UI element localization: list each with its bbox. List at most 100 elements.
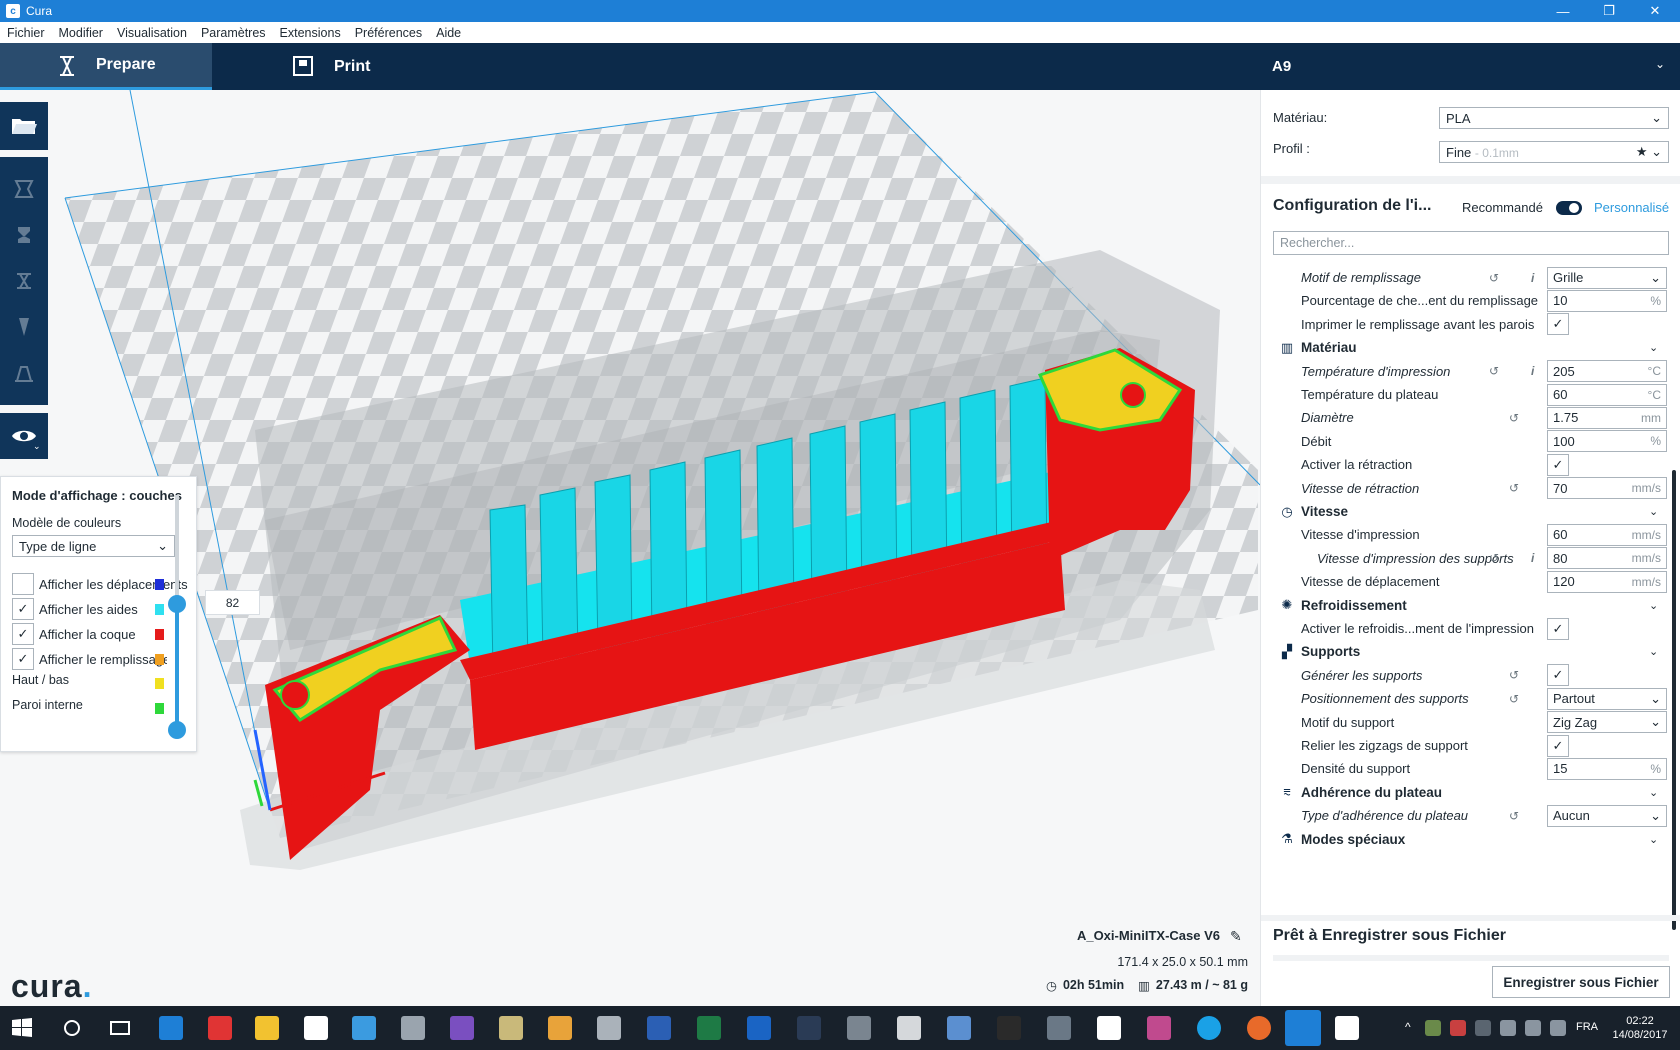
setting-input[interactable]: 60 mm/s [1547, 523, 1667, 546]
minimize-icon[interactable]: — [1540, 0, 1586, 22]
layer-slider-upper-handle[interactable] [168, 595, 186, 613]
pencil-icon[interactable]: ✎ [1230, 928, 1242, 945]
mode-toggle[interactable] [1556, 201, 1582, 215]
app-icon[interactable] [847, 1016, 871, 1040]
setting-input[interactable]: 1.75 mm [1547, 406, 1667, 429]
category-adherence-du-plateau[interactable]: ⩳ Adhérence du plateau ⌄ [1273, 780, 1673, 805]
language-indicator[interactable]: FRA [1576, 1021, 1598, 1033]
view-mode-button[interactable]: ⌄ [0, 413, 48, 459]
tab-prepare[interactable]: Prepare [0, 43, 212, 90]
outlook-icon[interactable] [747, 1016, 771, 1040]
equalizer-icon[interactable] [1147, 1016, 1171, 1040]
tray-icon[interactable] [1475, 1020, 1491, 1036]
scale-tool-icon[interactable] [12, 223, 36, 247]
windows-start-icon[interactable] [10, 1016, 34, 1040]
chevron-down-icon[interactable]: ⌄ [1655, 57, 1665, 71]
steam-icon[interactable] [797, 1016, 821, 1040]
per-model-settings-icon[interactable] [12, 361, 36, 385]
setting-select[interactable]: Zig Zag ⌄ [1547, 711, 1667, 734]
category-refroidissement[interactable]: ✺ Refroidissement ⌄ [1273, 593, 1673, 618]
word-icon[interactable] [647, 1016, 671, 1040]
remote-desktop-icon[interactable] [947, 1016, 971, 1040]
setting-checkbox[interactable]: ✓ [1547, 734, 1569, 757]
image-app-icon[interactable] [1047, 1016, 1071, 1040]
menu-aide[interactable]: Aide [429, 26, 468, 40]
info-icon[interactable]: i [1531, 364, 1534, 378]
setting-input[interactable]: 60 °C [1547, 383, 1667, 406]
reset-icon[interactable]: ↺ [1489, 271, 1499, 285]
reset-icon[interactable]: ↺ [1509, 411, 1519, 425]
volume-icon[interactable] [1525, 1020, 1541, 1036]
tray-icon[interactable] [1425, 1020, 1441, 1036]
reset-icon[interactable]: ↺ [1489, 551, 1499, 565]
setting-checkbox[interactable]: ✓ [1547, 617, 1569, 640]
category-supports[interactable]: ▞ Supports ⌄ [1273, 639, 1673, 664]
setting-input[interactable]: 15% [1547, 757, 1667, 780]
show-infill-checkbox[interactable]: ✓ [12, 648, 34, 670]
info-icon[interactable]: i [1531, 271, 1534, 285]
setting-select[interactable]: Partout ⌄ [1547, 687, 1667, 710]
calculator-icon[interactable] [897, 1016, 921, 1040]
color-model-select[interactable]: Type de ligne ⌄ [12, 535, 175, 557]
show-shell-checkbox[interactable]: ✓ [12, 623, 34, 645]
save-to-file-button[interactable]: Enregistrer sous Fichier [1492, 966, 1670, 998]
menu-fichier[interactable]: Fichier [0, 26, 52, 40]
settings-scrollbar[interactable] [1672, 470, 1676, 930]
excel-icon[interactable] [697, 1016, 721, 1040]
unity-icon[interactable] [1097, 1016, 1121, 1040]
show-helpers-option[interactable]: ✓ Afficher les aides [12, 598, 192, 620]
settings-search-input[interactable]: Rechercher... [1273, 231, 1669, 255]
reset-icon[interactable]: ↺ [1509, 809, 1519, 823]
open-file-button[interactable] [0, 102, 48, 150]
terminal-icon[interactable] [997, 1016, 1021, 1040]
category-materiau[interactable]: ▥ Matériau ⌄ [1273, 335, 1673, 360]
setting-checkbox[interactable]: ✓ [1547, 453, 1569, 476]
printer-selector[interactable]: A9 [1272, 43, 1291, 90]
menu-visualisation[interactable]: Visualisation [110, 26, 194, 40]
reset-icon[interactable]: ↺ [1489, 364, 1499, 378]
reset-icon[interactable]: ↺ [1509, 668, 1519, 682]
rotate-tool-icon[interactable] [12, 269, 36, 293]
mirror-tool-icon[interactable] [12, 315, 36, 339]
vivaldi-icon[interactable] [208, 1016, 232, 1040]
reset-icon[interactable]: ↺ [1509, 692, 1519, 706]
show-infill-option[interactable]: ✓ Afficher le remplissage [12, 648, 192, 670]
mode-recommended[interactable]: Recommandé [1462, 200, 1543, 215]
file-explorer-icon[interactable] [255, 1016, 279, 1040]
skype-icon[interactable] [1197, 1016, 1221, 1040]
notepad-icon[interactable] [499, 1016, 523, 1040]
battery-icon[interactable] [1550, 1020, 1566, 1036]
window-app-icon[interactable] [1335, 1016, 1359, 1040]
info-icon[interactable]: i [1531, 551, 1534, 565]
menu-modifier[interactable]: Modifier [52, 26, 110, 40]
category-modes-speciaux[interactable]: ⚗ Modes spéciaux ⌄ [1273, 827, 1673, 852]
network-icon[interactable] [1500, 1020, 1516, 1036]
clock[interactable]: 02:22 14/08/2017 [1605, 1014, 1675, 1042]
cortana-icon[interactable] [60, 1016, 84, 1040]
setting-input[interactable]: 120 mm/s [1547, 570, 1667, 593]
show-shell-option[interactable]: ✓ Afficher la coque [12, 623, 192, 645]
layer-slider-lower-handle[interactable] [168, 721, 186, 739]
menu-preferences[interactable]: Préférences [348, 26, 429, 40]
infinity-app-icon[interactable] [548, 1016, 572, 1040]
material-select[interactable]: PLA ⌄ [1439, 107, 1669, 129]
profile-select[interactable]: Fine - 0.1mm ★ ⌄ [1439, 141, 1669, 163]
setting-checkbox[interactable]: ✓ [1547, 313, 1569, 336]
reset-icon[interactable]: ↺ [1509, 481, 1519, 495]
show-helpers-checkbox[interactable]: ✓ [12, 598, 34, 620]
close-icon[interactable]: ✕ [1632, 0, 1678, 22]
menu-extensions[interactable]: Extensions [273, 26, 348, 40]
tools-icon[interactable] [597, 1016, 621, 1040]
star-icon[interactable]: ★ [1636, 144, 1648, 159]
current-layer-input[interactable]: 82 [205, 590, 260, 615]
show-travels-checkbox[interactable] [12, 573, 34, 595]
security-icon[interactable] [401, 1016, 425, 1040]
mode-custom[interactable]: Personnalisé [1594, 200, 1669, 215]
visual-studio-icon[interactable] [450, 1016, 474, 1040]
setting-input[interactable]: 70 mm/s [1547, 477, 1667, 500]
setting-input[interactable]: 10% [1547, 289, 1667, 312]
keepass-icon[interactable] [352, 1016, 376, 1040]
maximize-icon[interactable]: ❐ [1586, 0, 1632, 22]
setting-select[interactable]: Aucun ⌄ [1547, 804, 1667, 827]
setting-checkbox[interactable]: ✓ [1547, 664, 1569, 687]
